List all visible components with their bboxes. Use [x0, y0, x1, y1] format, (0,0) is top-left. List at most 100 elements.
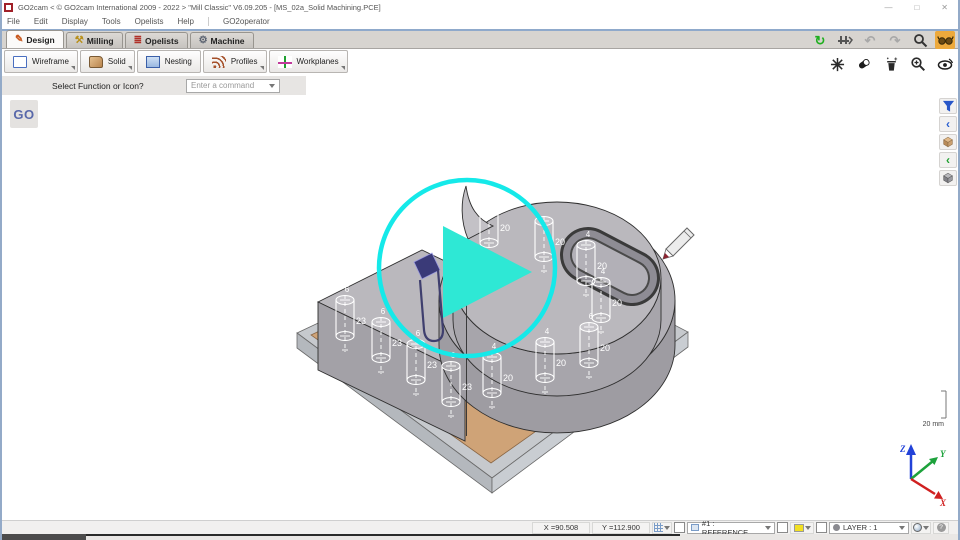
close-button[interactable]: ✕ — [941, 3, 948, 12]
profiles-button[interactable]: Profiles — [203, 50, 267, 73]
menu-bar: File Edit Display Tools Opelists Help GO… — [0, 14, 960, 29]
tab-label: Milling — [87, 36, 114, 46]
menu-tools[interactable]: Tools — [102, 17, 121, 26]
chevron-down-icon — [899, 526, 905, 530]
command-combobox[interactable]: Enter a command — [186, 79, 280, 93]
svg-text:23: 23 — [356, 316, 366, 326]
menu-go2operator[interactable]: GO2operator — [223, 17, 270, 26]
tab-machine[interactable]: ⚙ Machine — [190, 32, 254, 48]
solid-button[interactable]: Solid — [80, 50, 135, 73]
chevron-down-icon — [923, 526, 929, 530]
tab-design[interactable]: ✎ Design — [6, 30, 64, 48]
menu-display[interactable]: Display — [62, 17, 88, 26]
filter-funnel-icon[interactable] — [939, 98, 957, 114]
eye-rotate-icon[interactable] — [935, 55, 955, 73]
dropdown-arrow[interactable] — [71, 66, 75, 70]
eraser-icon[interactable] — [854, 55, 874, 73]
nesting-button[interactable]: Nesting — [137, 50, 201, 73]
view-sphere-button[interactable] — [911, 522, 931, 534]
layer-icon — [833, 524, 840, 531]
chevron-down-icon — [805, 526, 811, 530]
layer-checkbox[interactable] — [816, 522, 827, 533]
dropdown-arrow[interactable] — [341, 66, 345, 70]
x-coordinate: X =90.508 — [532, 522, 590, 534]
dropdown-arrow[interactable] — [128, 66, 132, 70]
chevron-down-icon[interactable] — [269, 84, 275, 88]
y-axis-label: Y — [940, 449, 947, 459]
svg-text:20: 20 — [597, 261, 607, 271]
tab-opelists[interactable]: ≣ Opelists — [125, 32, 188, 48]
button-label: Solid — [108, 57, 126, 66]
chevron-left-green-icon[interactable]: ‹ — [939, 152, 957, 168]
svg-text:20: 20 — [555, 237, 565, 247]
solid-part-tan-icon[interactable] — [939, 134, 957, 150]
app-icon — [4, 3, 13, 12]
ribbon-toolbar: Wireframe Solid Nesting Profiles Workpla… — [4, 50, 348, 73]
axis-triad: Z Y X — [899, 444, 947, 508]
reference-checkbox[interactable] — [674, 522, 685, 533]
burst-tools-icon[interactable] — [827, 55, 847, 73]
zoom-plus-icon[interactable] — [908, 55, 928, 73]
dropdown-arrow[interactable] — [260, 66, 264, 70]
svg-text:23: 23 — [392, 338, 402, 348]
glasses-icon[interactable] — [935, 31, 955, 49]
svg-text:4: 4 — [586, 230, 591, 239]
svg-text:6: 6 — [345, 285, 350, 294]
help-button[interactable]: ? — [933, 522, 949, 534]
chevron-left-blue-icon[interactable]: ‹ — [939, 116, 957, 132]
button-label: Nesting — [165, 57, 192, 66]
x-axis-label: X — [939, 498, 947, 508]
refresh-icon[interactable]: ↻ — [810, 31, 830, 49]
design-pencil-icon: ✎ — [15, 35, 23, 45]
bottom-edge — [0, 534, 960, 540]
button-label: Workplanes — [297, 57, 339, 66]
layer-value: LAYER : 1 — [843, 523, 877, 532]
solid-part-gray-icon[interactable] — [939, 170, 957, 186]
redo-icon[interactable]: ↷ — [885, 31, 905, 49]
undo-icon[interactable]: ↶ — [860, 31, 880, 49]
status-bar: X =90.508 Y =112.900 #1 : REFERENCE LAYE… — [0, 520, 960, 534]
chevron-down-icon — [664, 526, 670, 530]
svg-text:20: 20 — [500, 223, 510, 233]
reference-window-icon — [691, 524, 699, 531]
menu-edit[interactable]: Edit — [34, 17, 48, 26]
layer-select[interactable]: LAYER : 1 — [829, 522, 909, 534]
z-axis-label: Z — [899, 444, 906, 454]
svg-text:6: 6 — [381, 307, 386, 316]
grid-toggle-button[interactable] — [652, 522, 672, 534]
sphere-icon — [913, 523, 922, 532]
color-checkbox[interactable] — [777, 522, 788, 533]
workplanes-button[interactable]: Workplanes — [269, 50, 348, 73]
tab-label: Opelists — [145, 36, 179, 46]
view-toolbar-row1: ↻ ↶ ↷ — [810, 31, 955, 49]
bottom-edge-segment — [0, 534, 86, 540]
profiles-swirl-icon — [212, 56, 226, 68]
clean-trash-icon[interactable] — [881, 55, 901, 73]
svg-text:23: 23 — [462, 382, 472, 392]
tab-label: Machine — [211, 36, 245, 46]
svg-text:4: 4 — [545, 327, 550, 336]
menu-help[interactable]: Help — [178, 17, 194, 26]
go-logo-button[interactable]: GO — [10, 100, 38, 128]
color-swatch-button[interactable] — [790, 522, 814, 534]
zoom-icon[interactable] — [910, 31, 930, 49]
wireframe-button[interactable]: Wireframe — [4, 50, 78, 73]
help-icon: ? — [937, 523, 946, 532]
svg-text:20: 20 — [556, 358, 566, 368]
workplanes-axes-icon — [278, 56, 292, 68]
side-toolbar: ‹ ‹ — [939, 98, 957, 186]
svg-text:6: 6 — [416, 329, 421, 338]
button-label: Profiles — [231, 57, 258, 66]
reference-select[interactable]: #1 : REFERENCE — [687, 522, 775, 534]
menu-file[interactable]: File — [7, 17, 20, 26]
opelists-list-icon: ≣ — [134, 36, 142, 46]
tab-milling[interactable]: ⚒ Milling — [66, 32, 123, 48]
svg-text:20: 20 — [600, 343, 610, 353]
minimize-button[interactable]: — — [884, 3, 892, 12]
view-toolbar-row2 — [827, 55, 955, 73]
maximize-button[interactable]: □ — [914, 3, 919, 12]
menu-divider — [208, 17, 209, 26]
menu-opelists[interactable]: Opelists — [135, 17, 164, 26]
caliper-icon[interactable] — [835, 31, 855, 49]
prompt-bar: Select Function or Icon? Enter a command — [0, 76, 306, 95]
